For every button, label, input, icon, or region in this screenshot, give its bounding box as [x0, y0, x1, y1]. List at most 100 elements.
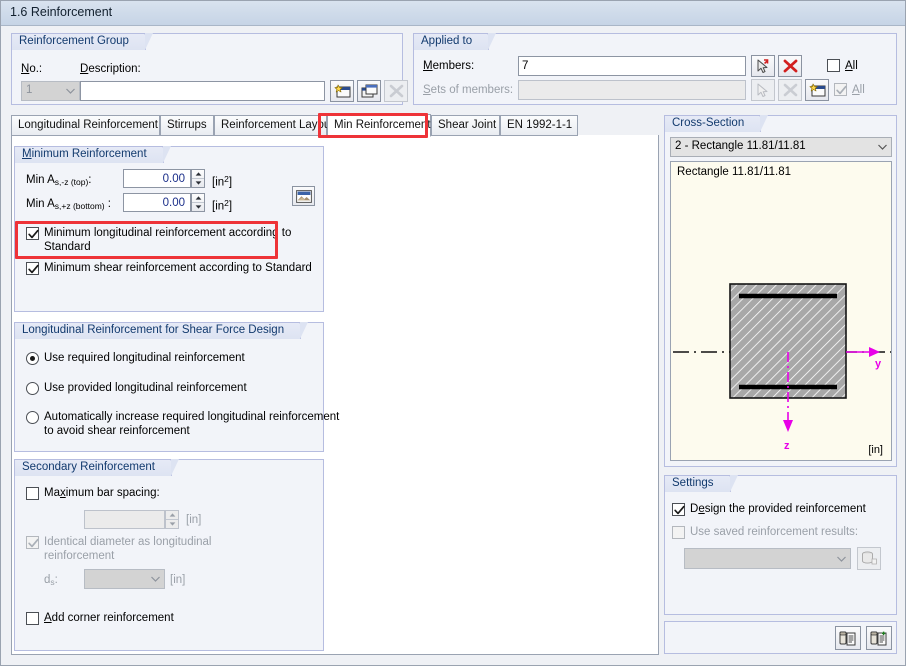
minimum-reinforcement-caption: Minimum Reinforcement: [14, 146, 171, 163]
radio-use-required-longitudinal-label: Use required longitudinal reinforcement: [44, 352, 245, 364]
ds-unit: [in]: [170, 574, 186, 586]
use-saved-results-checkbox: [672, 526, 685, 539]
paste-icon: [870, 631, 887, 646]
sets-of-members-label: Sets of members:: [423, 84, 514, 96]
no-label: No.:: [21, 63, 43, 75]
axis-z-label: z: [784, 440, 790, 452]
longitudinal-shear-caption: Longitudinal Reinforcement for Shear For…: [14, 322, 309, 339]
applied-to-caption: Applied to: [413, 33, 497, 50]
x-icon: [783, 83, 797, 97]
picture-icon: [295, 189, 312, 203]
check-icon: [674, 505, 685, 515]
page-title: 1.6 Reinforcement: [10, 5, 113, 19]
pick-members-button[interactable]: [751, 55, 775, 77]
max-bar-spacing-checkbox[interactable]: [26, 487, 39, 500]
radio-use-required-longitudinal[interactable]: [26, 352, 39, 365]
min-as-bottom-spinner[interactable]: [191, 193, 205, 212]
reinforcement-group-panel: Reinforcement Group No.: Description: 1: [11, 33, 408, 105]
radio-use-provided-longitudinal[interactable]: [26, 382, 39, 395]
add-corner-reinforcement-label: Add corner reinforcement: [44, 612, 174, 624]
spinner-up-icon[interactable]: [192, 194, 204, 203]
check-icon: [28, 229, 39, 239]
members-input[interactable]: [518, 56, 746, 76]
axis-y-label: y: [875, 358, 882, 370]
min-as-top-label: Min As,-z (top):: [26, 174, 92, 188]
tab-longitudinal-reinforcement[interactable]: Longitudinal Reinforcement: [11, 115, 160, 136]
ds-label: ds:: [44, 574, 58, 588]
spinner-down-icon: [166, 520, 178, 528]
radio-use-provided-longitudinal-label: Use provided longitudinal reinforcement: [44, 382, 247, 394]
check-icon: [28, 538, 39, 548]
reinforcement-group-no-combo[interactable]: 1: [21, 81, 80, 101]
identical-diameter-line1: Identical diameter as longitudinal: [44, 536, 212, 548]
members-all-checkbox[interactable]: [827, 59, 840, 72]
add-corner-reinforcement-checkbox[interactable]: [26, 612, 39, 625]
description-input[interactable]: [80, 81, 325, 101]
copy-settings-button[interactable]: [835, 626, 861, 650]
longitudinal-shear-panel: Longitudinal Reinforcement for Shear For…: [14, 322, 339, 452]
paste-settings-button[interactable]: [866, 626, 892, 650]
copy-icon: [839, 631, 856, 646]
x-icon: [389, 84, 403, 98]
axis-y-arrow: [869, 347, 880, 357]
minimum-reinforcement-panel: Minimum Reinforcement Min As,-z (top): […: [14, 146, 324, 312]
saved-results-combo: [684, 548, 851, 569]
identical-diameter-line2: reinforcement: [44, 550, 115, 562]
min-as-bottom-label: Min As,+z (bottom) :: [26, 198, 111, 212]
min-longitudinal-label: Minimum longitudinal reinforcement accor…: [44, 226, 291, 254]
x-icon: [783, 59, 797, 73]
chevron-down-icon: [147, 570, 164, 588]
delete-reinforcement-group-button: [384, 80, 408, 102]
cross-section-svg: y z: [673, 283, 891, 452]
copy-reinforcement-group-button[interactable]: [357, 80, 381, 102]
tab-min-reinforcement[interactable]: Min Reinforcement: [327, 114, 431, 137]
cross-section-caption: Cross-Section: [664, 115, 769, 132]
saved-results-button: [857, 547, 881, 570]
tab-stirrups[interactable]: Stirrups: [160, 115, 214, 136]
clear-members-button[interactable]: [778, 55, 802, 77]
min-longitudinal-label-line1: Minimum longitudinal reinforcement accor…: [44, 227, 292, 239]
spinner-up-icon: [166, 511, 178, 520]
ds-combo: [84, 569, 165, 589]
tab-reinforcement-layout[interactable]: Reinforcement Layout: [214, 115, 334, 136]
min-as-bottom-unit: [in2]: [212, 198, 233, 213]
database-icon: [861, 551, 877, 565]
sets-all-checkbox: [834, 83, 847, 96]
radio-auto-increase-longitudinal[interactable]: [26, 411, 39, 424]
min-as-top-input[interactable]: [123, 169, 191, 188]
min-as-top-unit: [in2]: [212, 174, 233, 189]
max-bar-spacing-input: [84, 510, 165, 529]
radio-dot: [30, 356, 35, 361]
reinforcement-group-caption: Reinforcement Group: [11, 33, 153, 50]
design-provided-reinforcement-checkbox[interactable]: [672, 503, 685, 516]
new-set-of-members-button[interactable]: [805, 79, 829, 101]
min-longitudinal-label-line2: Standard: [44, 241, 91, 253]
cross-section-panel: Cross-Section 2 - Rectangle 11.81/11.81 …: [664, 115, 897, 467]
cross-section-combo[interactable]: 2 - Rectangle 11.81/11.81: [670, 137, 892, 157]
spinner-up-icon[interactable]: [192, 170, 204, 179]
spinner-down-icon[interactable]: [192, 203, 204, 211]
identical-diameter-checkbox: [26, 536, 39, 549]
new-reinforcement-group-button[interactable]: [330, 80, 354, 102]
reinforcement-group-no-value: 1: [26, 84, 33, 96]
min-as-bottom-input[interactable]: [123, 193, 191, 212]
pick-sets-button: [751, 79, 775, 101]
min-shear-checkbox[interactable]: [26, 262, 39, 275]
min-as-top-spinner[interactable]: [191, 169, 205, 188]
tab-shear-joint[interactable]: Shear Joint: [431, 115, 500, 136]
secondary-reinforcement-panel: Secondary Reinforcement Maximum bar spac…: [14, 459, 324, 651]
members-all-label: All: [845, 60, 858, 72]
secondary-reinforcement-caption: Secondary Reinforcement: [14, 459, 179, 476]
spinner-down-icon[interactable]: [192, 179, 204, 187]
reinforcement-dialog: 1.6 Reinforcement Reinforcement Group No…: [0, 0, 906, 666]
min-longitudinal-checkbox[interactable]: [26, 227, 39, 240]
section-picture-button[interactable]: [292, 186, 315, 206]
tab-en-1992-1-1[interactable]: EN 1992-1-1: [500, 115, 578, 136]
auto-increase-line1: Automatically increase required longitud…: [44, 411, 340, 423]
bottom-toolbar: [664, 621, 897, 654]
axis-z-arrow: [783, 420, 793, 432]
settings-caption: Settings: [664, 475, 738, 492]
identical-diameter-label: Identical diameter as longitudinal reinf…: [44, 535, 212, 563]
cross-section-drawing[interactable]: Rectangle 11.81/11.81 [in] y z: [670, 161, 892, 461]
clear-sets-button: [778, 79, 802, 101]
